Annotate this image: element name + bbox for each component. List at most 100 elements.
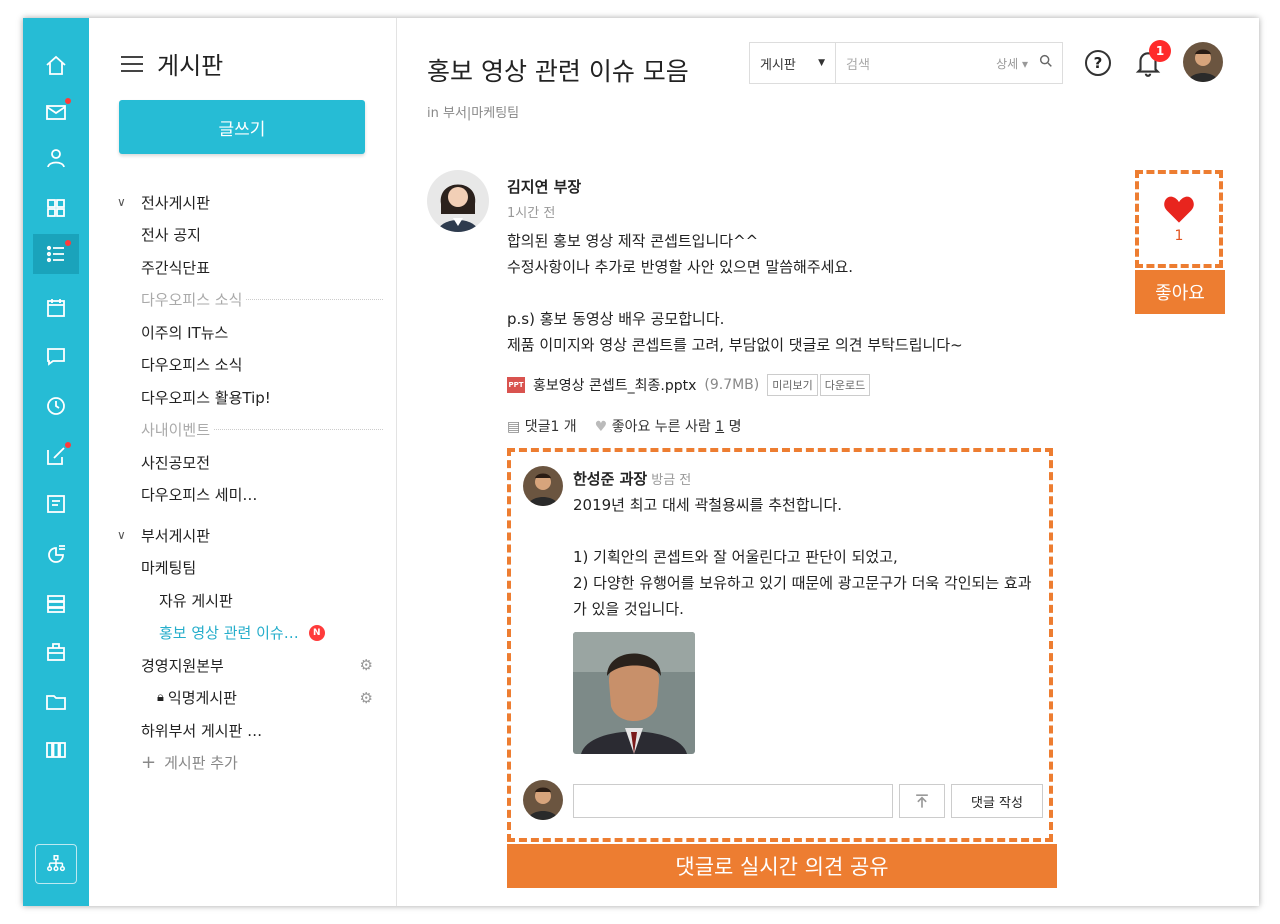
board-item-photo-contest[interactable]: 사진공모전 — [117, 446, 383, 479]
breadcrumb: in 부서|마케팅팀 — [427, 106, 520, 121]
comment-input[interactable] — [573, 784, 893, 818]
comment-line: 2019년 최고 대세 곽철용씨를 추천합니다. — [573, 496, 843, 514]
help-icon[interactable]: ? — [1085, 50, 1111, 76]
contacts-icon[interactable] — [33, 138, 79, 178]
main-content: 홍보 영상 관련 이슈 모음 in 부서|마케팅팀 게시판 ▼ 검색 상세 ▾ … — [397, 18, 1259, 906]
category-daou-news: 다우오피스 소식 — [117, 284, 383, 317]
like-button[interactable]: 좋아요 — [1135, 270, 1225, 314]
plus-icon: + — [141, 752, 157, 774]
board-item-management[interactable]: 경영지원본부 ⚙ — [117, 649, 383, 682]
post-line — [507, 280, 963, 306]
post-body: 합의된 홍보 영상 제작 콘셉트입니다^^ 수정사항이나 추가로 반영할 사안 … — [507, 228, 963, 358]
post-time: 1시간 전 — [507, 206, 556, 221]
notification-badge: 1 — [1149, 40, 1171, 62]
search-scope-select[interactable]: 게시판 ▼ — [750, 43, 836, 83]
mail-icon[interactable] — [33, 92, 79, 132]
folder-icon[interactable] — [33, 682, 79, 722]
chevron-down-icon: ∨ — [117, 195, 126, 210]
board-item-seminar[interactable]: 다우오피스 세미… — [117, 479, 383, 512]
board-item-free[interactable]: 자유 게시판 — [117, 584, 383, 617]
post-line: p.s) 홍보 동영상 배우 공모합니다. — [507, 310, 725, 328]
like-count: 1 — [1174, 228, 1184, 244]
sidebar-title: 게시판 — [157, 52, 224, 80]
board-item-menu[interactable]: 주간식단표 — [117, 251, 383, 284]
my-comment-avatar — [523, 780, 563, 820]
comment-section: 한성준 과장 방금 전 2019년 최고 대세 곽철용씨를 추천합니다. 1) 기… — [507, 448, 1053, 842]
report-icon[interactable] — [33, 484, 79, 524]
app-window: 게시판 글쓰기 ∨ 전사게시판 전사 공지 주간식단표 다우오피스 소식 이주의… — [23, 18, 1259, 906]
gear-icon[interactable]: ⚙ — [360, 656, 373, 674]
lock-icon: 🔒︎ — [157, 690, 164, 706]
preview-button[interactable]: 미리보기 — [767, 374, 818, 396]
post-line: 수정사항이나 추가로 반영할 사안 있으면 말씀해주세요. — [507, 258, 854, 276]
like-box[interactable]: 1 — [1135, 170, 1223, 268]
heart-icon — [1164, 196, 1194, 223]
board-nav: ∨ 전사게시판 전사 공지 주간식단표 다우오피스 소식 이주의 IT뉴스 다우… — [117, 186, 383, 779]
icon-rail — [23, 18, 89, 906]
user-avatar[interactable] — [1183, 42, 1223, 82]
edit-unread-dot — [65, 442, 71, 448]
comment-count[interactable]: ▤ 댓글1 개 — [507, 416, 577, 436]
edit-icon[interactable] — [33, 436, 79, 476]
comment-line — [573, 518, 1033, 544]
group-dept-boards[interactable]: ∨ 부서게시판 — [117, 519, 383, 552]
board-item-anonymous[interactable]: 🔒︎ 익명게시판 ⚙ — [117, 682, 383, 715]
add-board-button[interactable]: + 게시판 추가 — [117, 747, 383, 780]
storage-icon[interactable] — [33, 584, 79, 624]
callout-banner: 댓글로 실시간 의견 공유 — [507, 844, 1057, 888]
org-chart-icon[interactable] — [35, 844, 77, 884]
home-icon[interactable] — [33, 46, 79, 86]
board-item-tips[interactable]: 다우오피스 활용Tip! — [117, 381, 383, 414]
ppt-file-icon: PPT — [507, 377, 525, 393]
comment-time: 방금 전 — [651, 473, 692, 488]
chat-icon[interactable] — [33, 336, 79, 376]
board-item-it-news[interactable]: 이주의 IT뉴스 — [117, 316, 383, 349]
category-events: 사내이벤트 — [117, 414, 383, 447]
write-button[interactable]: 글쓰기 — [119, 100, 365, 154]
attachment-size: (9.7MB) — [704, 377, 760, 393]
survey-icon[interactable] — [33, 534, 79, 574]
heart-icon: ♥ — [594, 419, 608, 435]
board-sidebar: 게시판 글쓰기 ∨ 전사게시판 전사 공지 주간식단표 다우오피스 소식 이주의… — [89, 18, 397, 906]
comment-line: 2) 다양한 유행어를 보유하고 있기 때문에 광고문구가 더욱 각인되는 효과… — [573, 574, 1032, 618]
upload-icon[interactable] — [899, 784, 945, 818]
attachment-name[interactable]: 홍보영상 콘셉트_최종.pptx — [533, 375, 696, 395]
comment-submit-button[interactable]: 댓글 작성 — [951, 784, 1043, 818]
menu-icon[interactable] — [121, 55, 143, 72]
comment-photo[interactable] — [573, 632, 695, 754]
board-icon[interactable] — [33, 234, 79, 274]
page-title: 홍보 영상 관련 이슈 모음 — [427, 57, 689, 86]
board-unread-dot — [65, 240, 71, 246]
search-icon[interactable] — [1038, 53, 1062, 73]
gear-icon[interactable]: ⚙ — [360, 689, 373, 707]
comment-line: 1) 기획안의 콘셉트와 잘 어울린다고 판단이 되었고, — [573, 548, 898, 566]
post-meta: ▤ 댓글1 개 ♥ 좋아요 누른 사람 1 명 — [507, 416, 741, 436]
like-people[interactable]: ♥ 좋아요 누른 사람 1 명 — [595, 416, 742, 436]
docs-icon[interactable] — [33, 730, 79, 770]
comment-body: 2019년 최고 대세 곽철용씨를 추천합니다. 1) 기획안의 콘셉트와 잘 … — [573, 492, 1033, 622]
mail-unread-dot — [65, 98, 71, 104]
comment-icon: ▤ — [507, 419, 521, 435]
board-item-notice[interactable]: 전사 공지 — [117, 219, 383, 252]
board-item-marketing[interactable]: 마케팅팀 — [117, 552, 383, 585]
chevron-down-icon: ∨ — [117, 528, 126, 543]
search-detail-toggle[interactable]: 상세 ▾ — [996, 55, 1028, 72]
dashboard-icon[interactable] — [33, 188, 79, 228]
board-item-promo-video[interactable]: 홍보 영상 관련 이슈… N — [117, 617, 383, 650]
commenter-avatar — [523, 466, 563, 506]
author-avatar — [427, 170, 489, 232]
asset-icon[interactable] — [33, 632, 79, 672]
post-author[interactable]: 김지연 부장 — [507, 176, 581, 197]
group-company-boards[interactable]: ∨ 전사게시판 — [117, 186, 383, 219]
board-item-daou-news[interactable]: 다우오피스 소식 — [117, 349, 383, 382]
download-button[interactable]: 다운로드 — [819, 374, 871, 396]
search-bar: 게시판 ▼ 검색 상세 ▾ — [749, 42, 1063, 84]
post-line: 제품 이미지와 영상 콘셉트를 고려, 부담없이 댓글로 의견 부탁드립니다~ — [507, 336, 963, 354]
board-item-sub-dept[interactable]: 하위부서 게시판 … — [117, 714, 383, 747]
calendar-icon[interactable] — [33, 288, 79, 328]
attachment: PPT 홍보영상 콘셉트_최종.pptx (9.7MB) 미리보기 다운로드 — [507, 374, 871, 396]
new-badge: N — [308, 624, 325, 641]
comment-author[interactable]: 한성준 과장 방금 전 — [573, 468, 691, 489]
clock-icon[interactable] — [33, 386, 79, 426]
search-input[interactable]: 검색 — [836, 54, 996, 73]
